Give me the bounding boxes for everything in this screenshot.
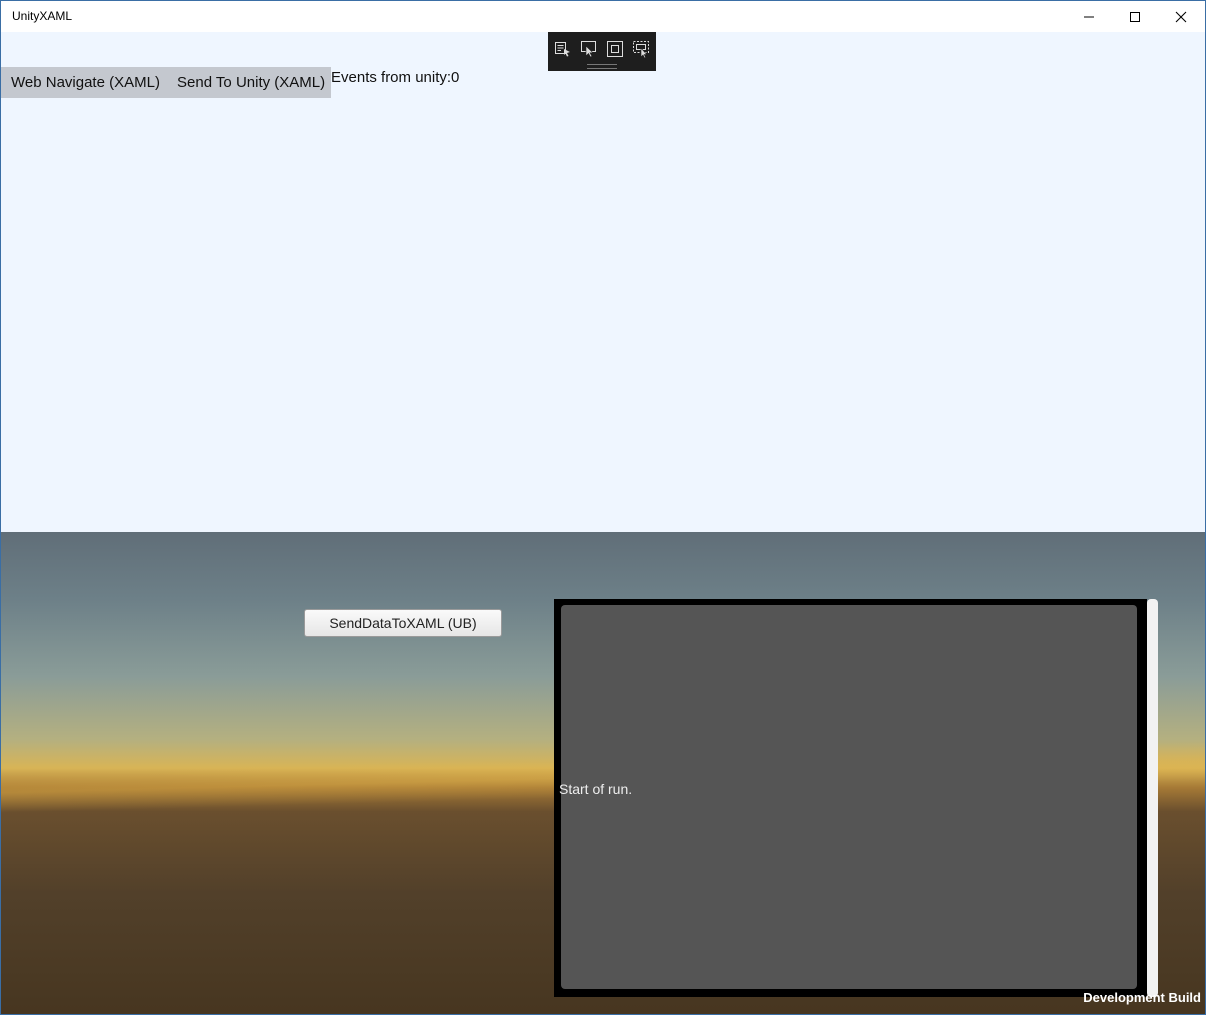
log-text: Start of run.: [559, 781, 633, 797]
minimize-icon: [1084, 16, 1094, 17]
title-bar[interactable]: UnityXAML: [1, 1, 1205, 32]
log-panel: Start of run.: [554, 599, 1147, 997]
app-window: UnityXAML Web Navigate (XAML) Send To Un…: [0, 0, 1206, 1015]
log-scrollbar[interactable]: [1147, 599, 1158, 997]
send-data-to-xaml-button[interactable]: SendDataToXAML (UB): [304, 609, 502, 637]
events-counter-text: Events from unity:0: [331, 69, 460, 86]
close-icon: [1175, 11, 1187, 22]
select-element-icon[interactable]: [554, 40, 572, 58]
toolbar-grip[interactable]: [587, 64, 617, 69]
window-title: UnityXAML: [12, 9, 73, 23]
live-visual-tree-pointer-icon[interactable]: [580, 40, 598, 58]
display-layout-adorners-icon[interactable]: [606, 40, 624, 58]
development-build-label: Development Build: [1083, 990, 1201, 1005]
xaml-panel: Web Navigate (XAML) Send To Unity (XAML)…: [1, 32, 1205, 532]
minimize-button[interactable]: [1066, 1, 1112, 32]
unity-view: SendDataToXAML (UB) Start of run. Develo…: [1, 532, 1205, 1014]
maximize-button[interactable]: [1112, 1, 1158, 32]
xaml-debug-toolbar: [548, 32, 656, 71]
web-navigate-button[interactable]: Web Navigate (XAML): [1, 67, 167, 98]
log-scroll-view[interactable]: [561, 605, 1137, 989]
track-focus-icon[interactable]: [632, 40, 650, 58]
maximize-icon: [1130, 11, 1140, 22]
send-to-unity-button[interactable]: Send To Unity (XAML): [167, 67, 331, 98]
close-button[interactable]: [1158, 1, 1204, 32]
